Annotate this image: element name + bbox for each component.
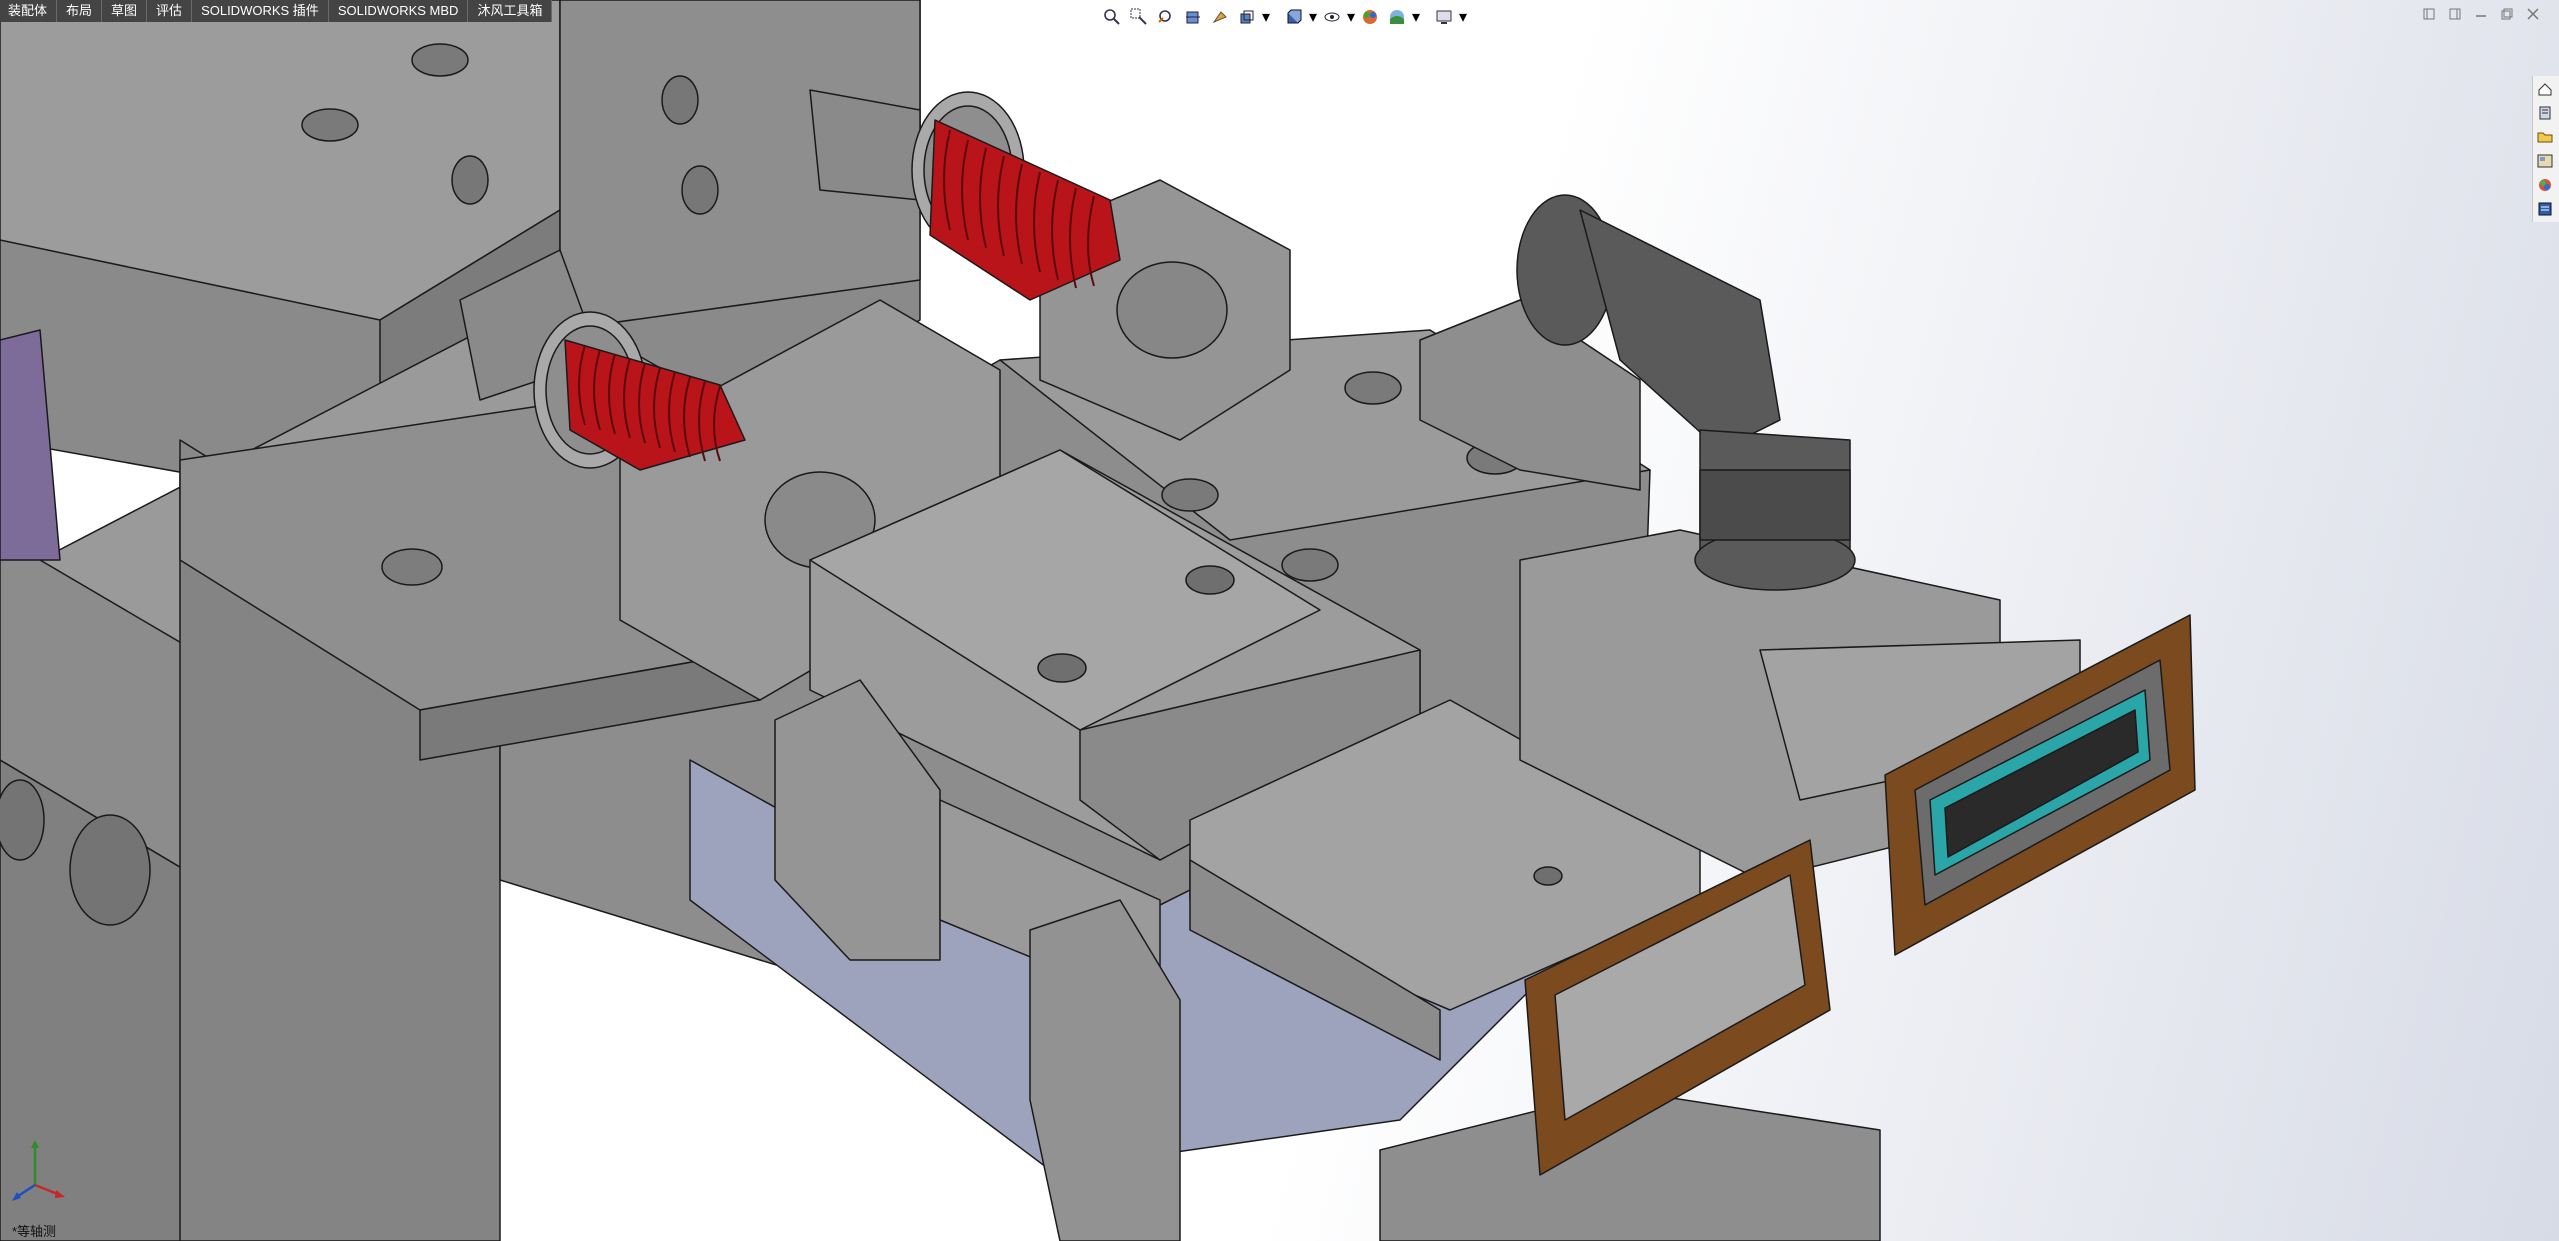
dynamic-annotation-icon[interactable] [1208,5,1232,29]
axis-triad-icon [12,1140,65,1201]
split-pane-icon[interactable] [2447,6,2463,22]
display-style-icon[interactable] [1282,5,1306,29]
tab-layout[interactable]: 布局 [57,0,103,22]
view-orientation-label: *等轴测 [12,1224,57,1239]
appearances-icon[interactable] [2533,174,2557,196]
zoom-to-area-icon[interactable] [1127,5,1151,29]
restore-pane-icon[interactable] [2421,6,2437,22]
chevron-down-icon[interactable]: ▾ [1347,5,1355,29]
chevron-down-icon[interactable]: ▾ [1459,5,1467,29]
view-settings-icon[interactable] [1432,5,1456,29]
chevron-down-icon[interactable]: ▾ [1309,5,1317,29]
graphics-area[interactable] [0,0,2559,1241]
window-controls [2421,6,2541,22]
tab-solidworks-mbd[interactable]: SOLIDWORKS MBD [328,0,469,22]
reference-triad [10,1130,80,1215]
close-icon[interactable] [2525,6,2541,22]
custom-properties-icon[interactable] [2533,198,2557,220]
minimize-icon[interactable] [2473,6,2489,22]
assembly-model[interactable] [0,0,2559,1241]
command-manager-tabs: 装配体 布局 草图 评估 SOLIDWORKS 插件 SOLIDWORKS MB… [0,0,553,22]
task-pane-tabs [2532,76,2559,222]
section-view-icon[interactable] [1181,5,1205,29]
file-explorer-icon[interactable] [2533,126,2557,148]
chevron-down-icon[interactable]: ▾ [1262,5,1270,29]
hide-show-items-icon[interactable] [1320,5,1344,29]
edit-appearance-icon[interactable] [1358,5,1382,29]
tab-sketch[interactable]: 草图 [102,0,148,22]
heads-up-view-toolbar: ▾ ▾ ▾ ▾ ▾ [1100,3,1467,31]
tab-evaluate[interactable]: 评估 [147,0,193,22]
zoom-to-fit-icon[interactable] [1100,5,1124,29]
tab-assembly[interactable]: 装配体 [0,0,58,22]
view-palette-icon[interactable] [2533,150,2557,172]
apply-scene-icon[interactable] [1385,5,1409,29]
tab-mufeng-toolbox[interactable]: 沐风工具箱 [468,0,553,22]
previous-view-icon[interactable] [1154,5,1178,29]
solidworks-resources-icon[interactable] [2533,78,2557,100]
view-orientation-icon[interactable] [1235,5,1259,29]
chevron-down-icon[interactable]: ▾ [1412,5,1420,29]
tab-solidworks-addins[interactable]: SOLIDWORKS 插件 [192,0,329,22]
design-library-icon[interactable] [2533,102,2557,124]
maximize-icon[interactable] [2499,6,2515,22]
